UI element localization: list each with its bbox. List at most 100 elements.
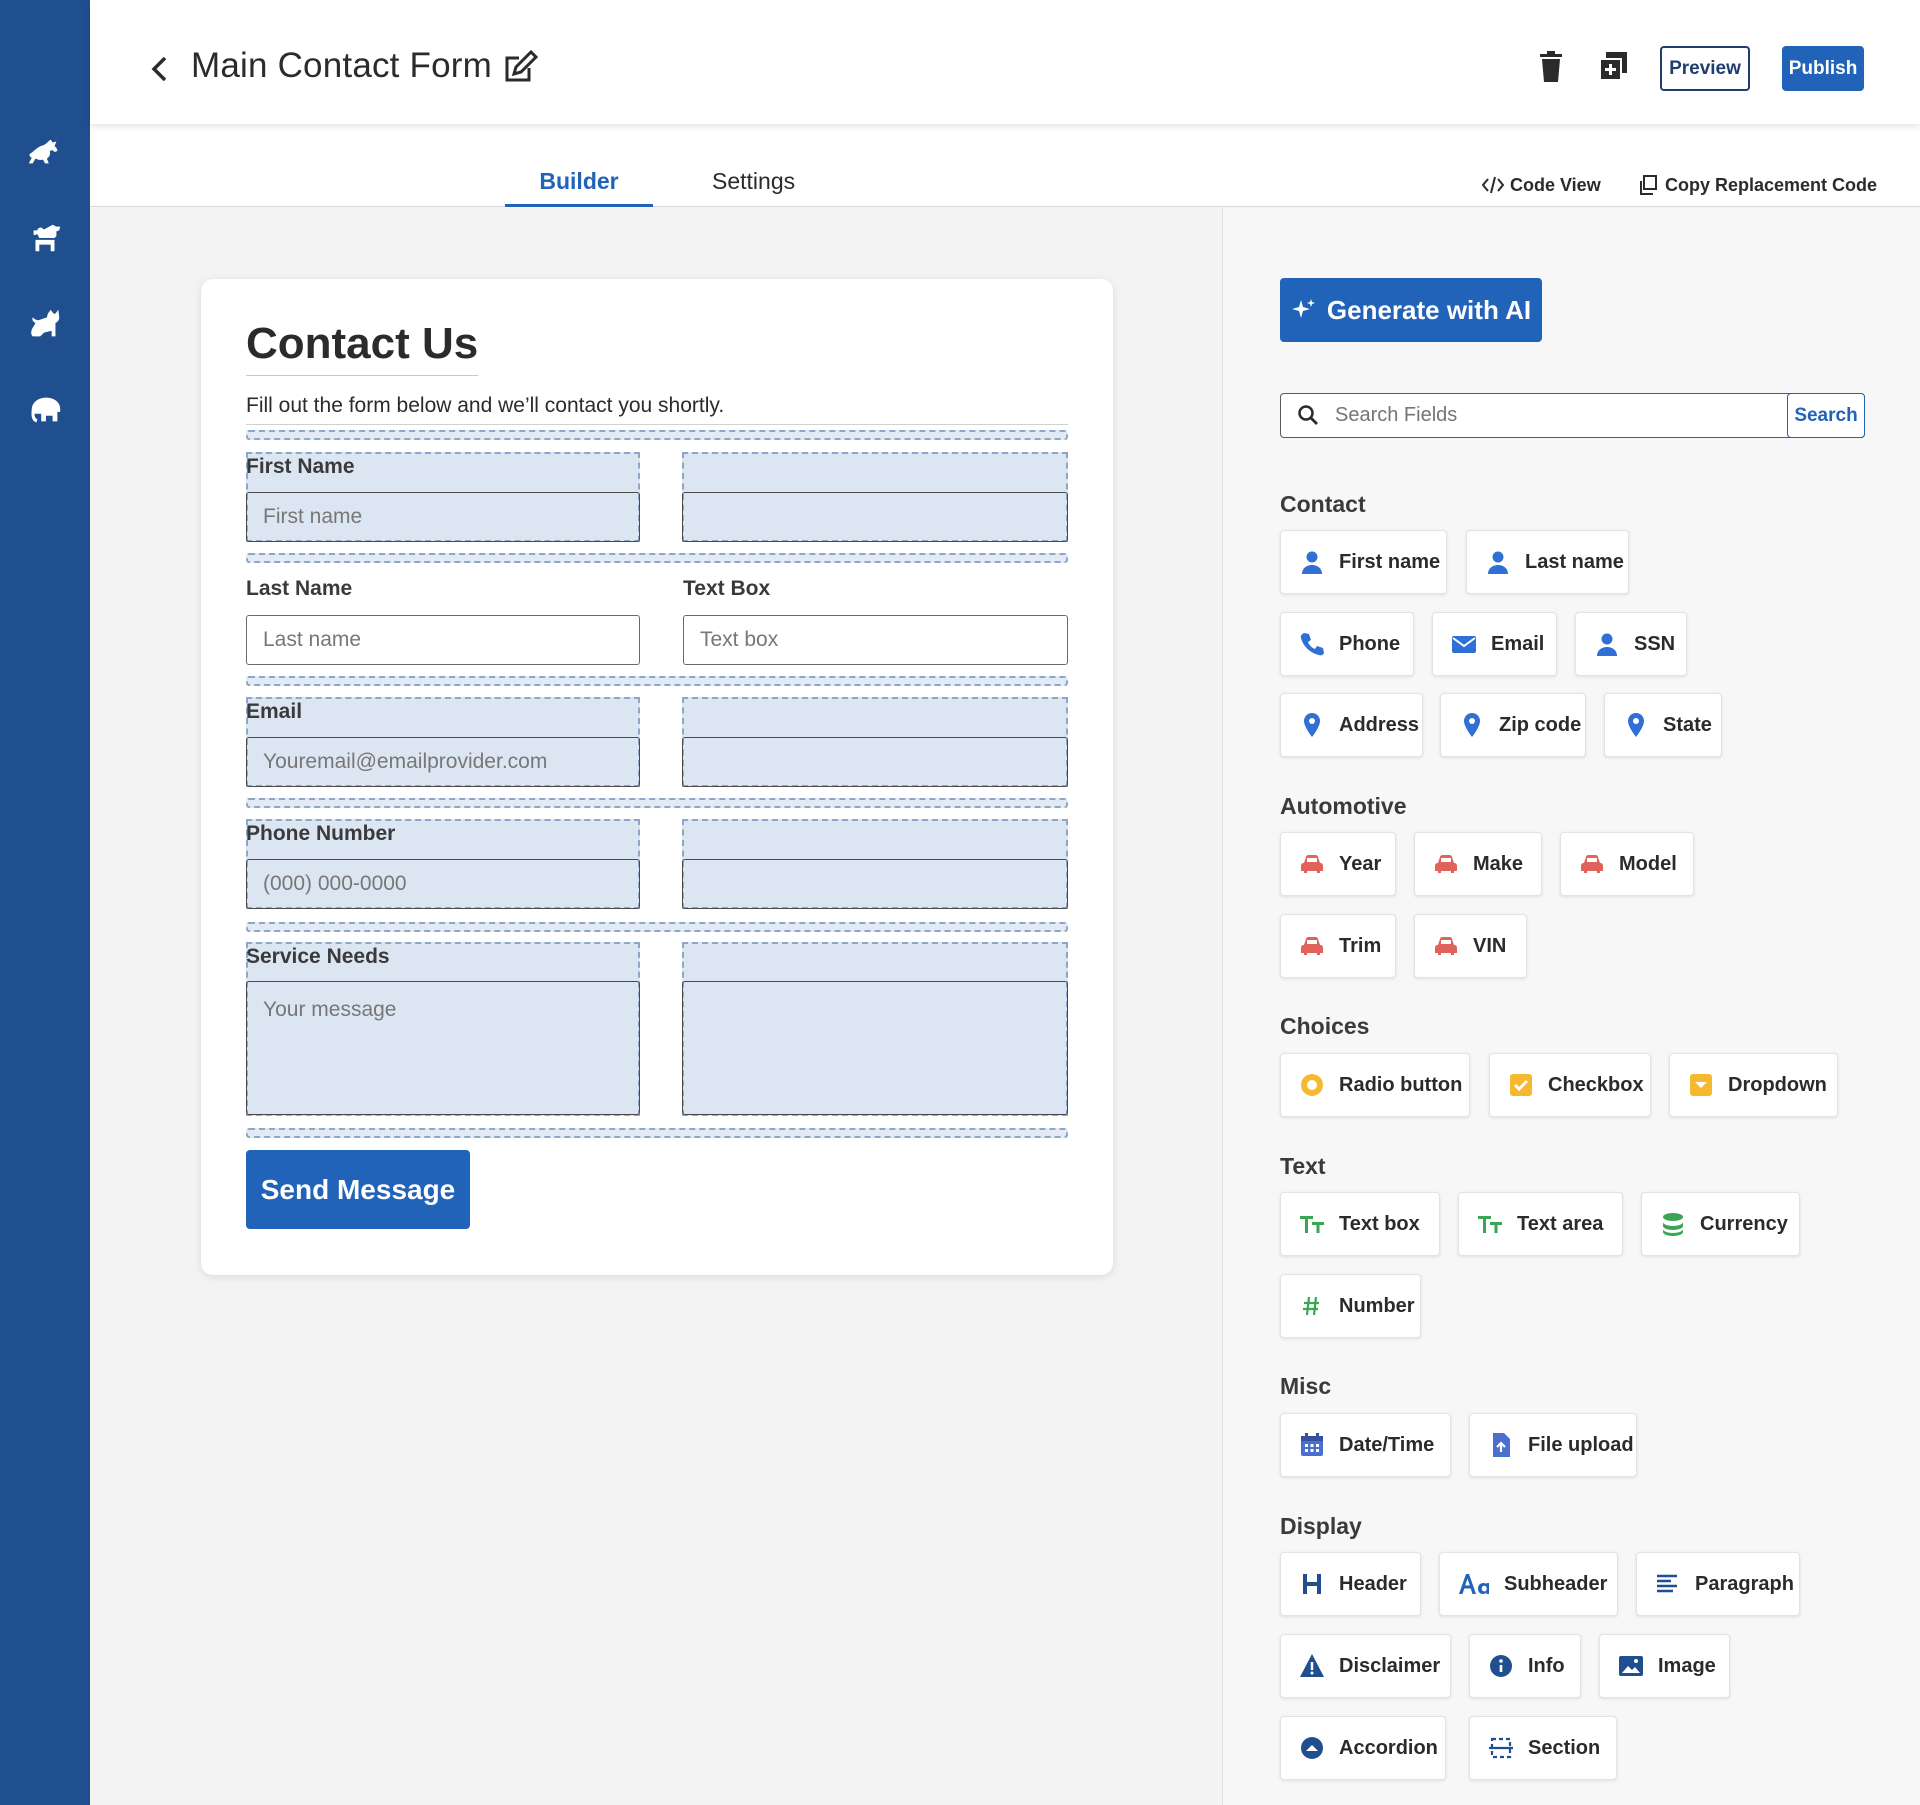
drop-zone[interactable]	[246, 430, 1068, 440]
generate-ai-button[interactable]: Generate with AI	[1280, 278, 1542, 342]
code-view-button[interactable]: Code View	[1482, 174, 1601, 196]
chip-radio-button[interactable]: Radio button	[1280, 1053, 1470, 1117]
chip-year[interactable]: Year	[1280, 832, 1396, 896]
chip-zip-code[interactable]: Zip code	[1440, 693, 1586, 757]
chip-date-time[interactable]: Date/Time	[1280, 1413, 1451, 1477]
search-input[interactable]	[1335, 396, 1775, 434]
duplicate-icon[interactable]	[1597, 50, 1635, 90]
empty-input-slot[interactable]	[682, 859, 1068, 909]
chip-make[interactable]: Make	[1414, 832, 1542, 896]
code-view-label: Code View	[1510, 174, 1601, 195]
sparkle-icon	[1291, 299, 1315, 318]
chip-label: First name	[1339, 550, 1441, 573]
calendar-icon	[1299, 1432, 1325, 1458]
phone-label: Phone Number	[246, 822, 396, 845]
section-icon	[1488, 1735, 1514, 1761]
file-upload-icon	[1488, 1432, 1514, 1458]
chip-label: Trim	[1339, 934, 1382, 957]
horse-icon[interactable]	[25, 132, 65, 172]
envelope-icon	[1451, 631, 1477, 657]
group-title-text: Text	[1280, 1153, 1326, 1179]
chip-label: Checkbox	[1548, 1073, 1644, 1096]
search-icon	[1298, 405, 1318, 425]
first-name-label: First Name	[246, 455, 355, 478]
radio-icon	[1299, 1072, 1325, 1098]
form-heading[interactable]: Contact Us	[246, 319, 479, 376]
chip-last-name[interactable]: Last name	[1466, 530, 1629, 594]
last-name-input[interactable]: Last name	[246, 615, 640, 665]
cat-icon[interactable]	[25, 305, 65, 345]
chip-address[interactable]: Address	[1280, 693, 1423, 757]
chip-accordion[interactable]: Accordion	[1280, 1716, 1446, 1780]
chip-section[interactable]: Section	[1469, 1716, 1617, 1780]
preview-button[interactable]: Preview	[1660, 46, 1750, 91]
drop-zone[interactable]	[246, 798, 1068, 808]
publish-button[interactable]: Publish	[1782, 46, 1864, 91]
chip-paragraph[interactable]: Paragraph	[1636, 1552, 1800, 1616]
tab-settings[interactable]: Settings	[712, 168, 795, 207]
chip-label: Date/Time	[1339, 1433, 1435, 1456]
chip-header[interactable]: Header	[1280, 1552, 1421, 1616]
person-icon	[1299, 549, 1325, 575]
chip-phone[interactable]: Phone	[1280, 612, 1414, 676]
fields-panel: Generate with AI Search Contact First na…	[1222, 208, 1920, 1805]
chip-label: Address	[1339, 713, 1420, 736]
group-title-choices: Choices	[1280, 1013, 1370, 1039]
dog-icon[interactable]	[25, 218, 65, 258]
chip-trim[interactable]: Trim	[1280, 914, 1396, 978]
first-name-input[interactable]: First name	[246, 492, 640, 542]
chip-subheader[interactable]: Subheader	[1439, 1552, 1618, 1616]
chip-first-name[interactable]: First name	[1280, 530, 1447, 594]
copy-code-button[interactable]: Copy Replacement Code	[1637, 174, 1877, 196]
service-needs-label: Service Needs	[246, 945, 390, 968]
chip-dropdown[interactable]: Dropdown	[1669, 1053, 1838, 1117]
form-card: Contact Us Fill out the form below and w…	[201, 279, 1113, 1275]
search-button[interactable]: Search	[1787, 393, 1865, 438]
chip-state[interactable]: State	[1604, 693, 1722, 757]
map-pin-icon	[1623, 712, 1649, 738]
chip-text-area[interactable]: Text area	[1458, 1192, 1623, 1256]
drop-zone[interactable]	[246, 922, 1068, 932]
phone-input[interactable]: (000) 000-0000	[246, 859, 640, 909]
chip-currency[interactable]: Currency	[1641, 1192, 1800, 1256]
chip-text-box[interactable]: Text box	[1280, 1192, 1440, 1256]
chip-label: Year	[1339, 852, 1382, 875]
top-header: Main Contact Form Preview Publish	[90, 0, 1920, 124]
copy-icon	[1640, 175, 1657, 195]
chip-label: Currency	[1700, 1212, 1788, 1235]
car-icon	[1433, 851, 1459, 877]
email-input[interactable]: Youremail@emailprovider.com	[246, 737, 640, 787]
trash-icon[interactable]	[1535, 50, 1571, 90]
chip-email[interactable]: Email	[1432, 612, 1557, 676]
text-box-input[interactable]: Text box	[683, 615, 1068, 665]
chip-vin[interactable]: VIN	[1414, 914, 1527, 978]
chip-model[interactable]: Model	[1560, 832, 1694, 896]
back-button[interactable]	[142, 48, 178, 90]
empty-input-slot[interactable]	[682, 492, 1068, 542]
empty-textarea-slot[interactable]	[682, 981, 1068, 1115]
empty-input-slot[interactable]	[682, 737, 1068, 787]
edit-title-icon[interactable]	[501, 48, 541, 88]
group-title-display: Display	[1280, 1513, 1362, 1539]
phone-icon	[1299, 631, 1325, 657]
chip-info[interactable]: Info	[1469, 1634, 1581, 1698]
person-icon	[1485, 549, 1511, 575]
form-description[interactable]: Fill out the form below and we’ll contac…	[246, 394, 1068, 425]
chip-label: Make	[1473, 852, 1524, 875]
chip-checkbox[interactable]: Checkbox	[1489, 1053, 1651, 1117]
drop-zone[interactable]	[246, 1128, 1068, 1138]
drop-zone[interactable]	[246, 553, 1068, 563]
chip-ssn[interactable]: SSN	[1575, 612, 1687, 676]
chip-image[interactable]: Image	[1599, 1634, 1730, 1698]
tab-builder[interactable]: Builder	[505, 168, 653, 207]
chip-disclaimer[interactable]: Disclaimer	[1280, 1634, 1451, 1698]
tab-bar: Builder Settings Code View Copy Replacem…	[90, 124, 1920, 207]
service-needs-textarea[interactable]: Your message	[246, 981, 640, 1115]
chip-file-upload[interactable]: File upload	[1469, 1413, 1637, 1477]
chevron-left-icon	[151, 56, 167, 82]
chip-number[interactable]: Number	[1280, 1274, 1421, 1338]
info-icon	[1488, 1653, 1514, 1679]
send-message-button[interactable]: Send Message	[246, 1150, 470, 1229]
drop-zone[interactable]	[246, 676, 1068, 686]
elephant-icon[interactable]	[25, 390, 65, 430]
